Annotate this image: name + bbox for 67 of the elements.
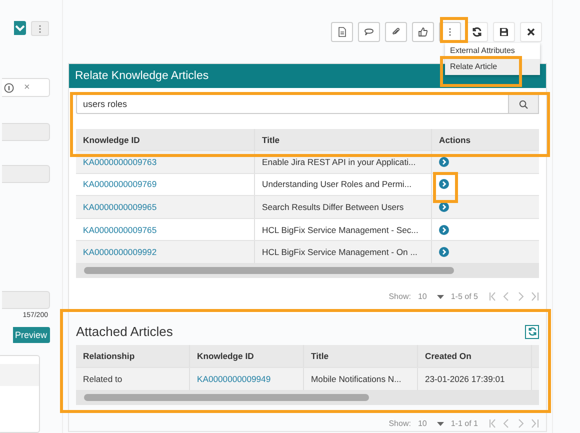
- show-label: Show:: [388, 419, 411, 428]
- article-link[interactable]: KA0000000009763: [83, 156, 157, 167]
- column-header: Relationship: [76, 344, 190, 367]
- thumbs-up-icon: [418, 27, 428, 37]
- search-field[interactable]: users roles: [76, 94, 509, 114]
- page-range: 1-1 of 1: [450, 419, 478, 428]
- arrow-right-icon[interactable]: [439, 224, 449, 235]
- table-cell: Understanding User Roles and Permi...: [255, 174, 432, 196]
- highlight-frame: [433, 172, 458, 203]
- arrow-right-icon[interactable]: [439, 247, 449, 258]
- table-cell: Mobile Notifications N...: [304, 368, 418, 390]
- menu-item[interactable]: External Attributes: [445, 43, 540, 59]
- close-button[interactable]: [520, 22, 542, 42]
- chevron-down-icon: [15, 24, 25, 32]
- horizontal-scrollbar[interactable]: [76, 264, 539, 278]
- search-icon: [519, 100, 528, 108]
- column-header: Created On: [418, 344, 532, 367]
- clip-button[interactable]: [385, 22, 407, 42]
- arrow-right-icon[interactable]: [439, 179, 449, 190]
- page-size-dropdown[interactable]: 10: [418, 419, 444, 428]
- save-icon: [499, 27, 509, 37]
- table-cell: Related to: [76, 368, 190, 390]
- article-link[interactable]: KA0000000009992: [83, 247, 157, 258]
- page-size-dropdown[interactable]: 10: [418, 292, 444, 302]
- doc-button[interactable]: [331, 22, 353, 42]
- arrow-right-icon[interactable]: [439, 156, 449, 167]
- table-cell: 23-01-2026 17:39:01: [418, 368, 532, 390]
- input-field[interactable]: [2, 165, 50, 184]
- dialog-title: Relate Knowledge Articles: [75, 70, 209, 82]
- table-cell: Enable Jira REST API in your Applicati...: [255, 151, 432, 173]
- column-header: Knowledge ID: [76, 129, 255, 150]
- table-cell: HCL BigFix Service Management - On ...: [255, 241, 432, 263]
- table-cell: HCL BigFix Service Management - Sec...: [255, 218, 432, 240]
- article-link[interactable]: KA0000000009769: [83, 179, 157, 190]
- page-range: 1-5 of 5: [450, 292, 478, 302]
- show-label: Show:: [388, 292, 411, 302]
- table-cell: Search Results Differ Between Users: [255, 196, 432, 218]
- save-button[interactable]: [493, 22, 515, 42]
- article-link[interactable]: KA0000000009949: [197, 374, 271, 384]
- document-icon: [337, 27, 347, 37]
- input-field[interactable]: [2, 123, 50, 142]
- input-field[interactable]: ×: [2, 78, 50, 98]
- highlight-frame: [440, 17, 468, 43]
- close-icon: [526, 27, 536, 37]
- article-link[interactable]: KA0000000009965: [83, 202, 157, 212]
- preview-button[interactable]: Preview: [12, 327, 50, 344]
- caret-icon: [436, 422, 444, 426]
- menu-item[interactable]: Relate Article: [445, 59, 540, 75]
- column-header: Actions: [438, 134, 472, 146]
- input-field[interactable]: [2, 291, 50, 310]
- section-title: Attached Articles: [76, 324, 173, 340]
- check-button[interactable]: [14, 21, 26, 35]
- horizontal-scrollbar[interactable]: [76, 390, 539, 405]
- column-header: Title: [304, 344, 418, 367]
- search-button[interactable]: [509, 94, 539, 114]
- column-header: Knowledge ID: [190, 344, 304, 367]
- chat-button[interactable]: [358, 22, 380, 42]
- paperclip-icon: [391, 27, 401, 37]
- chat-bubble-icon: [364, 27, 374, 37]
- refresh-icon: [472, 27, 482, 37]
- article-link[interactable]: KA0000000009765: [83, 224, 157, 235]
- thumb-button[interactable]: [412, 22, 434, 42]
- refresh-icon: [528, 327, 536, 336]
- column-header: Title: [255, 129, 432, 150]
- info-icon: [4, 82, 14, 93]
- arrow-right-icon[interactable]: [439, 202, 449, 212]
- caret-icon: [436, 294, 444, 299]
